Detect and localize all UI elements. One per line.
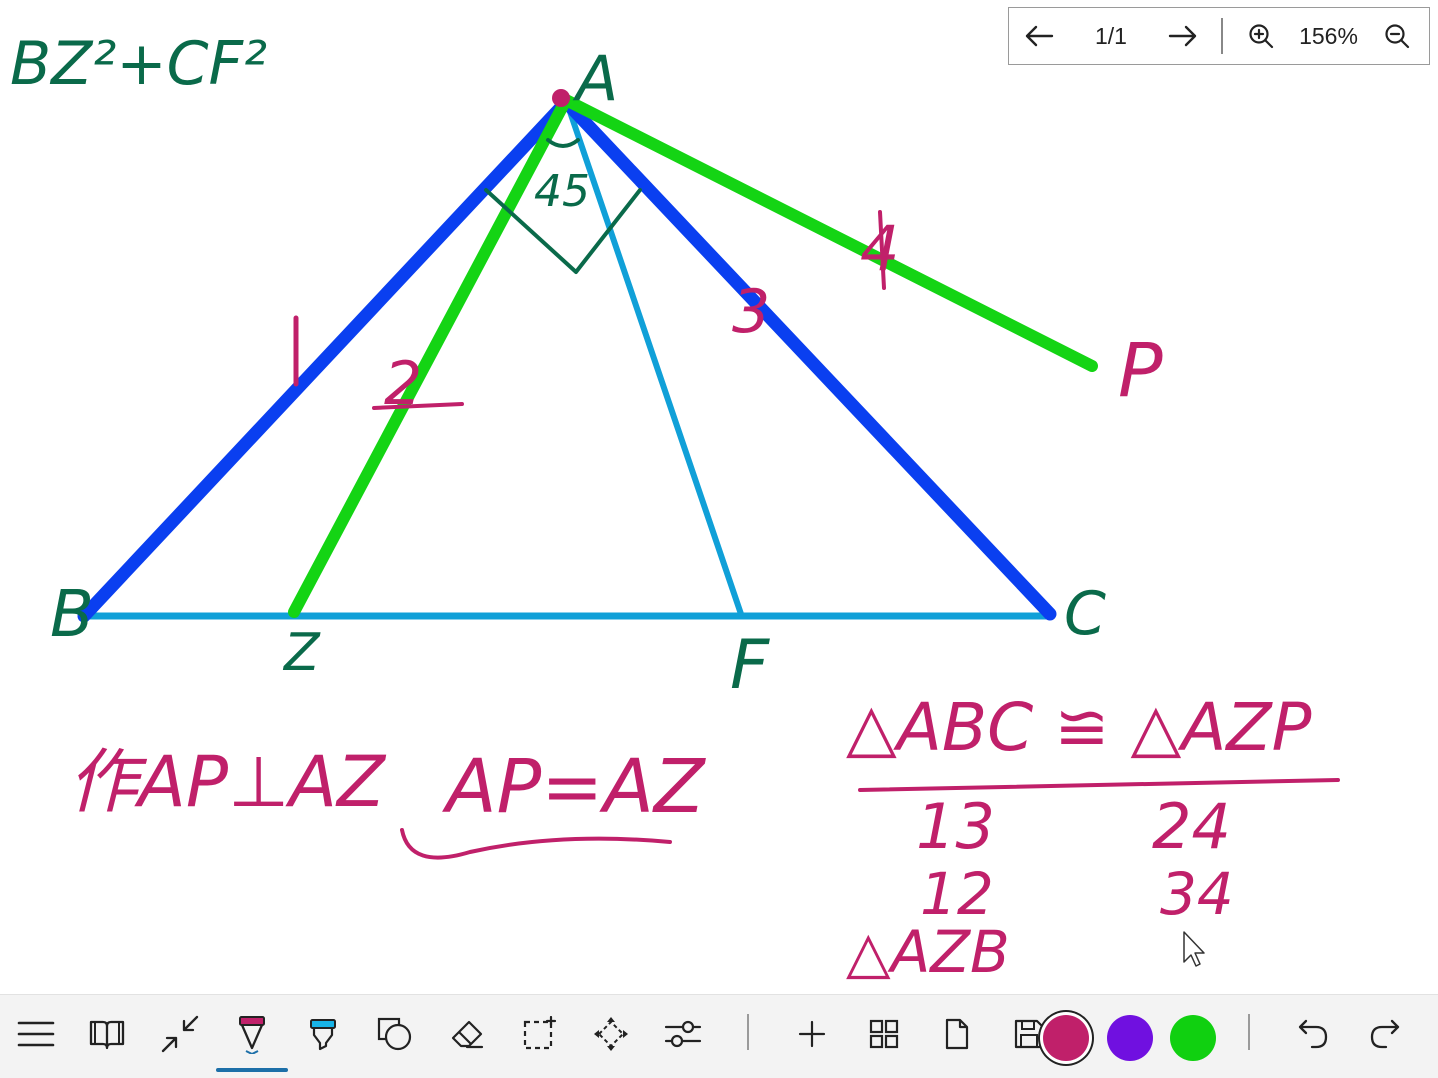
toolbar-separator-2 — [1248, 1014, 1250, 1050]
segment-number-2: 2 — [384, 349, 422, 419]
note-equal-underline — [400, 828, 672, 860]
fraction-bar — [858, 778, 1340, 792]
segment-ab — [77, 95, 573, 623]
grid-view-button[interactable] — [859, 1009, 909, 1059]
label-b: B — [50, 578, 94, 652]
redo-button[interactable] — [1360, 1009, 1410, 1059]
menu-icon — [17, 1021, 55, 1047]
nav-separator — [1221, 18, 1223, 54]
bottom-toolbar — [0, 994, 1438, 1078]
page-icon — [945, 1018, 969, 1050]
highlighter-icon — [310, 1019, 336, 1051]
pan-tool-button[interactable] — [586, 1009, 636, 1059]
arrow-left-icon — [1025, 25, 1054, 47]
notebook-button[interactable] — [82, 1009, 132, 1059]
pen-tool-button[interactable] — [227, 1009, 277, 1059]
toolbar-separator — [747, 1014, 749, 1050]
drawing-canvas[interactable]: BZ²+CF² A B C Z F 45 P 2 3 4 作AP⊥AZ AP=A… — [0, 0, 1438, 994]
label-angle-45: 45 — [534, 166, 590, 217]
next-page-button[interactable] — [1153, 8, 1213, 64]
page-indicator: 1/1 — [1095, 22, 1127, 49]
note-row3-left: △AZB — [846, 918, 1010, 986]
color-swatch-crimson[interactable] — [1043, 1015, 1089, 1061]
undo-icon — [1298, 1019, 1328, 1049]
shape-tool-button[interactable] — [370, 1009, 420, 1059]
label-z: Z — [282, 623, 321, 683]
shape-icon — [377, 1017, 412, 1051]
label-p: P — [1118, 328, 1163, 414]
angle-arc-45 — [546, 138, 580, 148]
zoom-in-icon — [1248, 24, 1273, 49]
eraser-tool-button[interactable] — [442, 1009, 492, 1059]
arrow-right-icon — [1168, 25, 1197, 47]
label-f: F — [730, 626, 770, 705]
add-page-button[interactable] — [787, 1009, 837, 1059]
book-icon — [89, 1020, 125, 1050]
ink-layer: BZ²+CF² A B C Z F 45 P 2 3 4 作AP⊥AZ AP=A… — [10, 29, 1340, 986]
pen-icon — [239, 1016, 265, 1054]
zoom-out-icon — [1384, 24, 1409, 49]
point-a-dot — [552, 89, 570, 107]
corner-formula: BZ²+CF² — [10, 29, 267, 99]
segment-number-4: 4 — [860, 212, 899, 285]
page-button[interactable] — [932, 1009, 982, 1059]
note-congruence: △ABC ≌ △AZP — [846, 689, 1312, 766]
segment-number-3: 3 — [732, 277, 770, 347]
color-swatch-green[interactable] — [1170, 1015, 1216, 1061]
save-icon — [1014, 1019, 1044, 1049]
undo-button[interactable] — [1288, 1009, 1338, 1059]
zoom-level: 156% — [1299, 22, 1358, 49]
segment-ac — [559, 95, 1057, 621]
grid-icon — [869, 1019, 899, 1049]
mouse-cursor-icon — [1183, 931, 1205, 967]
note-construct: 作AP⊥AZ — [68, 741, 387, 823]
lasso-select-icon — [523, 1016, 557, 1050]
page-zoom-controls: 1/1 156% — [1008, 7, 1430, 65]
active-tool-indicator — [216, 1068, 288, 1072]
lasso-select-button[interactable] — [514, 1009, 564, 1059]
note-row1-left: 13 — [916, 790, 995, 863]
collapse-icon — [161, 1015, 199, 1053]
eraser-icon — [451, 1020, 484, 1049]
note-row1-right: 24 — [1152, 790, 1231, 863]
settings-icon — [664, 1020, 702, 1048]
zoom-out-button[interactable] — [1367, 8, 1427, 64]
collapse-button[interactable] — [155, 1009, 205, 1059]
redo-icon — [1370, 1019, 1400, 1049]
add-page-icon — [798, 1020, 826, 1048]
note-row2-right: 34 — [1160, 860, 1234, 928]
prev-page-button[interactable] — [1009, 8, 1069, 64]
label-a: A — [572, 42, 618, 115]
menu-button[interactable] — [11, 1009, 61, 1059]
color-swatch-violet[interactable] — [1107, 1015, 1153, 1061]
note-equal: AP=AZ — [442, 744, 707, 830]
highlighter-tool-button[interactable] — [298, 1009, 348, 1059]
label-c: C — [1064, 579, 1106, 649]
settings-button[interactable] — [658, 1009, 708, 1059]
pan-icon — [594, 1017, 628, 1051]
zoom-in-button[interactable] — [1231, 8, 1291, 64]
